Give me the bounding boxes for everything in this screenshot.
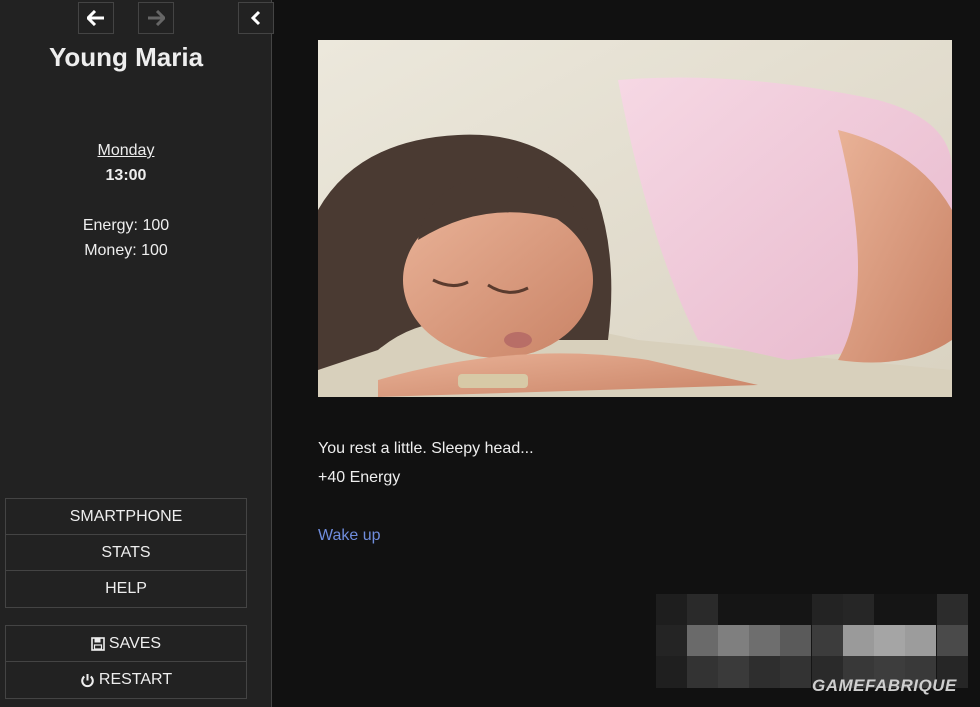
- wake-up-link[interactable]: Wake up: [318, 527, 381, 545]
- smartphone-button[interactable]: SMARTPHONE: [6, 499, 246, 535]
- floppy-disk-icon: [91, 636, 105, 651]
- sidebar: Young Maria Monday 13:00 Energy: 100 Mon…: [0, 0, 274, 707]
- story-text-line: +40 Energy: [318, 469, 401, 486]
- saves-label: SAVES: [108, 634, 162, 652]
- restart-label: RESTART: [98, 671, 173, 688]
- energy-stat: Energy: 100: [82, 217, 170, 234]
- saves-button[interactable]: SAVES: [6, 626, 246, 662]
- passage-image-container: [318, 40, 952, 397]
- history-back-button[interactable]: [78, 2, 114, 34]
- day-label: Monday: [97, 142, 155, 159]
- main-menu: SMARTPHONE STATS HELP: [5, 498, 247, 608]
- chevron-left-icon: [250, 10, 261, 26]
- pixelated-overlay: [656, 594, 968, 688]
- history-forward-button[interactable]: [138, 2, 174, 34]
- stats-button[interactable]: STATS: [6, 535, 246, 571]
- power-icon: [81, 673, 94, 687]
- arrow-left-icon: [87, 10, 104, 26]
- sidebar-collapse-button[interactable]: [238, 2, 274, 34]
- arrow-right-icon: [148, 10, 165, 26]
- time-label: 13:00: [105, 167, 147, 184]
- scene-image: [318, 40, 952, 397]
- watermark: GAMEFABRIQUE: [812, 676, 957, 695]
- money-stat: Money: 100: [84, 242, 168, 259]
- system-menu: SAVES RESTART: [5, 625, 247, 699]
- story-text-line: You rest a little. Sleepy head...: [318, 440, 534, 457]
- help-button[interactable]: HELP: [6, 571, 246, 607]
- restart-button[interactable]: RESTART: [6, 662, 246, 698]
- story-title: Young Maria: [48, 42, 204, 72]
